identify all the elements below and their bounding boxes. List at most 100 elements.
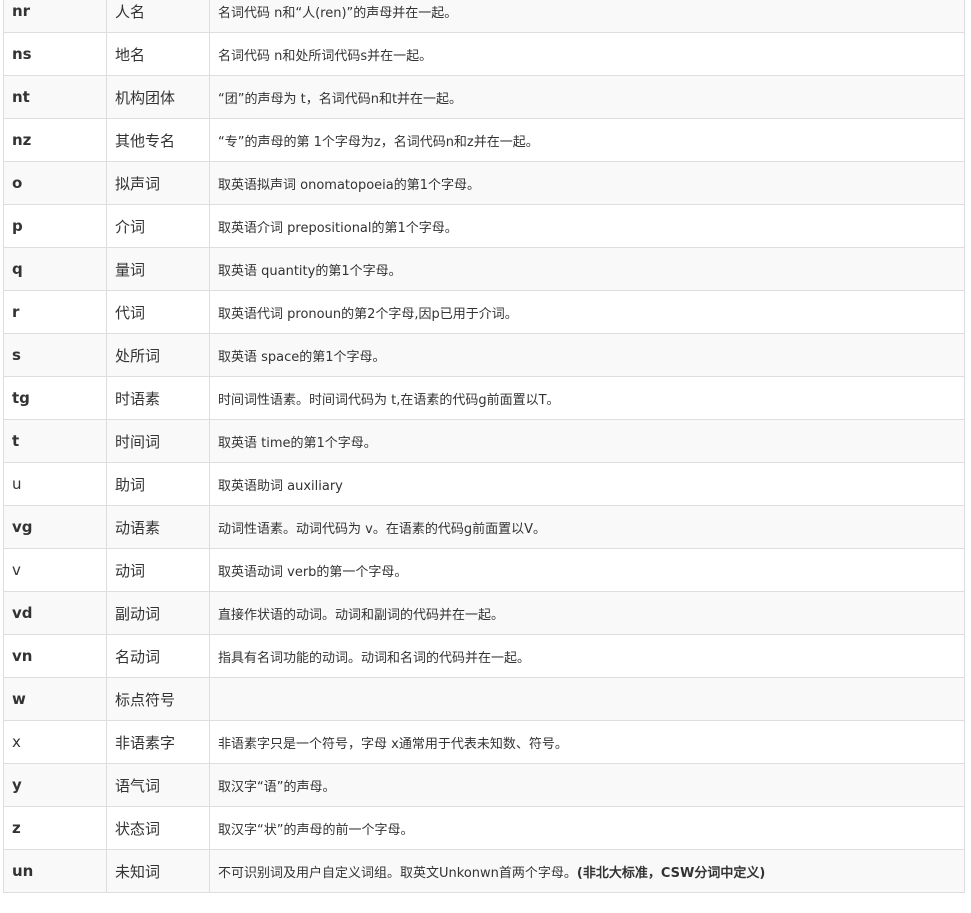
tag-description-cell: 取英语动词 verb的第一个字母。	[209, 548, 965, 592]
table-row: nz 其他专名 “专”的声母的第 1个字母为z，名词代码n和z并在一起。	[3, 118, 965, 162]
tag-description-text: “团”的声母为 t，名词代码n和t并在一起。	[218, 91, 463, 107]
table-row: y 语气词 取汉字“语”的声母。	[3, 763, 965, 807]
tag-name-cell: 机构团体	[106, 75, 210, 119]
tag-description-cell: “专”的声母的第 1个字母为z，名词代码n和z并在一起。	[209, 118, 965, 162]
tag-description-cell: 时间词性语素。时间词代码为 t,在语素的代码g前面置以T。	[209, 376, 965, 420]
tag-name-cell: 介词	[106, 204, 210, 248]
tag-code-cell: vn	[3, 634, 107, 678]
tag-description-text: 取英语拟声词 onomatopoeia的第1个字母。	[218, 177, 481, 193]
tag-code-cell: nt	[3, 75, 107, 119]
tag-code-cell: tg	[3, 376, 107, 420]
table-row: tg 时语素 时间词性语素。时间词代码为 t,在语素的代码g前面置以T。	[3, 376, 965, 420]
table-row: vn 名动词 指具有名词功能的动词。动词和名词的代码并在一起。	[3, 634, 965, 678]
tag-description-cell: 取英语代词 pronoun的第2个字母,因p已用于介词。	[209, 290, 965, 334]
tag-name-cell: 时语素	[106, 376, 210, 420]
tag-description-cell: 取英语 time的第1个字母。	[209, 419, 965, 463]
tag-code-cell: nr	[3, 0, 107, 33]
tag-code-cell: vd	[3, 591, 107, 635]
tag-code-cell: un	[3, 849, 107, 893]
table-row: q 量词 取英语 quantity的第1个字母。	[3, 247, 965, 291]
tag-name-cell: 动语素	[106, 505, 210, 549]
tag-name-cell: 时间词	[106, 419, 210, 463]
tag-description-cell: 取英语 quantity的第1个字母。	[209, 247, 965, 291]
tag-description-text: 名词代码 n和“人(ren)”的声母并在一起。	[218, 5, 458, 21]
table-row: t 时间词 取英语 time的第1个字母。	[3, 419, 965, 463]
table-row: nr 人名 名词代码 n和“人(ren)”的声母并在一起。	[3, 0, 965, 33]
tag-description-cell: 取英语介词 prepositional的第1个字母。	[209, 204, 965, 248]
tag-description-cell: 非语素字只是一个符号，字母 x通常用于代表未知数、符号。	[209, 720, 965, 764]
tag-description-text: 取英语代词 pronoun的第2个字母,因p已用于介词。	[218, 306, 518, 322]
tag-description-cell: 取英语拟声词 onomatopoeia的第1个字母。	[209, 161, 965, 205]
tag-description-cell: 指具有名词功能的动词。动词和名词的代码并在一起。	[209, 634, 965, 678]
tag-code-cell: z	[3, 806, 107, 850]
tag-name-cell: 标点符号	[106, 677, 210, 721]
tag-description-text: 直接作状语的动词。动词和副词的代码并在一起。	[218, 607, 505, 623]
tag-description-text: 时间词性语素。时间词代码为 t,在语素的代码g前面置以T。	[218, 392, 560, 408]
pos-tag-table: nr 人名 名词代码 n和“人(ren)”的声母并在一起。 ns 地名 名词代码 n和处所…	[3, 0, 965, 893]
tag-description-text: 取英语 space的第1个字母。	[218, 349, 386, 365]
tag-description-text: 动词性语素。动词代码为 v。在语素的代码g前面置以V。	[218, 521, 546, 537]
table-row: r 代词 取英语代词 pronoun的第2个字母,因p已用于介词。	[3, 290, 965, 334]
table-row: w 标点符号	[3, 677, 965, 721]
tag-name-cell: 人名	[106, 0, 210, 33]
table-row: nt 机构团体 “团”的声母为 t，名词代码n和t并在一起。	[3, 75, 965, 119]
tag-description-text: 取英语 time的第1个字母。	[218, 435, 377, 451]
tag-description-text: 非语素字只是一个符号，字母 x通常用于代表未知数、符号。	[218, 736, 568, 752]
tag-description-text: 取英语动词 verb的第一个字母。	[218, 564, 408, 580]
tag-code-cell: u	[3, 462, 107, 506]
tag-description-text: 取英语助词 auxiliary	[218, 478, 343, 494]
tag-description-cell	[209, 677, 965, 721]
table-row: z 状态词 取汉字“状”的声母的前一个字母。	[3, 806, 965, 850]
tag-code-cell: x	[3, 720, 107, 764]
tag-description-text: “专”的声母的第 1个字母为z，名词代码n和z并在一起。	[218, 134, 539, 150]
tag-description-text: 取英语介词 prepositional的第1个字母。	[218, 220, 458, 236]
tag-code-cell: s	[3, 333, 107, 377]
tag-name-cell: 语气词	[106, 763, 210, 807]
tag-code-cell: v	[3, 548, 107, 592]
tag-name-cell: 副动词	[106, 591, 210, 635]
tag-description-cell: 名词代码 n和“人(ren)”的声母并在一起。	[209, 0, 965, 33]
tag-code-cell: q	[3, 247, 107, 291]
table-row: ns 地名 名词代码 n和处所词代码s并在一起。	[3, 32, 965, 76]
tag-name-cell: 处所词	[106, 333, 210, 377]
tag-description-cell: 取汉字“语”的声母。	[209, 763, 965, 807]
tag-description-cell: 不可识别词及用户自定义词组。取英文Unkonwn首两个字母。(非北大标准，CSW…	[209, 849, 965, 893]
tag-description-cell: 直接作状语的动词。动词和副词的代码并在一起。	[209, 591, 965, 635]
tag-name-cell: 助词	[106, 462, 210, 506]
table-row: s 处所词 取英语 space的第1个字母。	[3, 333, 965, 377]
tag-name-cell: 拟声词	[106, 161, 210, 205]
tag-code-cell: vg	[3, 505, 107, 549]
tag-description-cell: 名词代码 n和处所词代码s并在一起。	[209, 32, 965, 76]
tag-name-cell: 地名	[106, 32, 210, 76]
table-row: vd 副动词 直接作状语的动词。动词和副词的代码并在一起。	[3, 591, 965, 635]
tag-code-cell: ns	[3, 32, 107, 76]
tag-description-text: 取汉字“语”的声母。	[218, 779, 336, 795]
tag-description-text: 取汉字“状”的声母的前一个字母。	[218, 822, 414, 838]
table-body: nr 人名 名词代码 n和“人(ren)”的声母并在一起。 ns 地名 名词代码 n和处所…	[3, 0, 965, 893]
tag-code-cell: o	[3, 161, 107, 205]
tag-description-cell: 取英语 space的第1个字母。	[209, 333, 965, 377]
tag-code-cell: w	[3, 677, 107, 721]
tag-name-cell: 名动词	[106, 634, 210, 678]
tag-description-text: 指具有名词功能的动词。动词和名词的代码并在一起。	[218, 650, 531, 666]
tag-code-cell: p	[3, 204, 107, 248]
tag-description-text: 不可识别词及用户自定义词组。取英文Unkonwn首两个字母。	[218, 865, 577, 881]
tag-code-cell: r	[3, 290, 107, 334]
tag-name-cell: 量词	[106, 247, 210, 291]
tag-description-cell: “团”的声母为 t，名词代码n和t并在一起。	[209, 75, 965, 119]
table-row: o 拟声词 取英语拟声词 onomatopoeia的第1个字母。	[3, 161, 965, 205]
table-row: x 非语素字 非语素字只是一个符号，字母 x通常用于代表未知数、符号。	[3, 720, 965, 764]
tag-name-cell: 动词	[106, 548, 210, 592]
tag-code-cell: nz	[3, 118, 107, 162]
table-row: vg 动语素 动词性语素。动词代码为 v。在语素的代码g前面置以V。	[3, 505, 965, 549]
table-row: v 动词 取英语动词 verb的第一个字母。	[3, 548, 965, 592]
tag-description-text: 取英语 quantity的第1个字母。	[218, 263, 402, 279]
table-row: p 介词 取英语介词 prepositional的第1个字母。	[3, 204, 965, 248]
tag-name-cell: 状态词	[106, 806, 210, 850]
table-row: un 未知词 不可识别词及用户自定义词组。取英文Unkonwn首两个字母。(非北大标…	[3, 849, 965, 893]
tag-description-note: (非北大标准，CSW分词中定义)	[576, 865, 766, 881]
tag-description-text: 名词代码 n和处所词代码s并在一起。	[218, 48, 433, 64]
tag-description-cell: 取英语助词 auxiliary	[209, 462, 965, 506]
tag-name-cell: 非语素字	[106, 720, 210, 764]
tag-code-cell: t	[3, 419, 107, 463]
